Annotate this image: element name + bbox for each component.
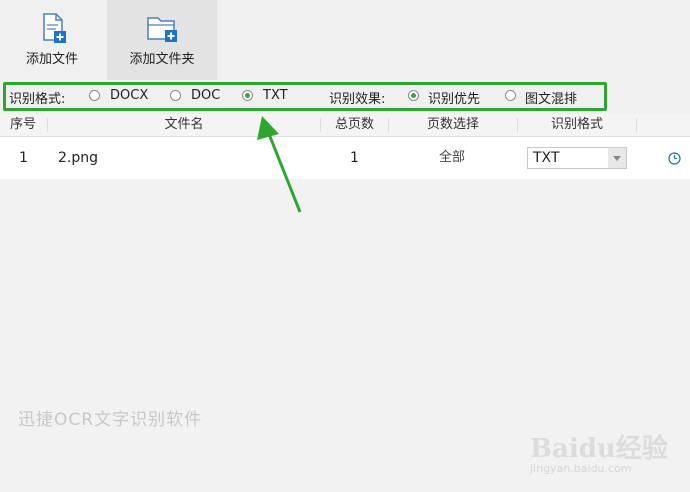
baidu-logo: Baidu经验 <box>530 434 668 464</box>
baidu-url: jingyan.baidu.com <box>530 462 632 475</box>
header-format[interactable]: 识别格式 <box>518 114 636 136</box>
row-index: 1 <box>19 150 28 166</box>
add-file-button[interactable]: 添加文件 <box>0 0 104 80</box>
toolbar: 添加文件 添加文件夹 <box>0 0 690 80</box>
option-txt-label[interactable]: TXT <box>263 88 288 103</box>
option-docx-label[interactable]: DOCX <box>110 88 148 103</box>
table-header: 序号 文件名 总页数 页数选择 识别格式 <box>0 114 690 137</box>
header-total-pages[interactable]: 总页数 <box>321 114 388 136</box>
radio-doc[interactable] <box>170 90 181 101</box>
option-mixed-layout-label[interactable]: 图文混排 <box>525 88 577 107</box>
effect-label: 识别效果: <box>329 92 386 107</box>
add-folder-icon <box>147 17 177 42</box>
row-format-select[interactable]: TXT <box>527 147 627 169</box>
radio-docx[interactable] <box>89 90 100 101</box>
header-page-select[interactable]: 页数选择 <box>389 114 517 136</box>
row-page-select[interactable]: 全部 <box>439 137 465 179</box>
format-label: 识别格式: <box>9 92 66 107</box>
software-watermark: 迅捷OCR文字识别软件 <box>18 410 203 430</box>
add-file-icon <box>43 13 66 43</box>
header-divider <box>636 118 637 132</box>
row-total-pages: 1 <box>350 150 359 166</box>
radio-mixed-layout[interactable] <box>505 90 516 101</box>
add-folder-label: 添加文件夹 <box>129 52 195 67</box>
option-doc-label[interactable]: DOC <box>191 88 220 103</box>
option-recognition-priority-label[interactable]: 识别优先 <box>428 88 480 107</box>
dropdown-arrow-icon[interactable] <box>608 148 626 168</box>
add-file-label: 添加文件 <box>25 52 78 67</box>
table-row[interactable]: 1 2.png 1 全部 TXT <box>0 137 690 179</box>
add-folder-button[interactable]: 添加文件夹 <box>107 0 217 80</box>
header-index[interactable]: 序号 <box>0 114 46 136</box>
clock-icon[interactable] <box>668 152 681 165</box>
row-filename: 2.png <box>58 150 99 166</box>
radio-txt[interactable] <box>242 90 253 101</box>
radio-recognition-priority[interactable] <box>408 90 419 101</box>
options-bar: 识别格式: DOCX DOC TXT 识别效果: 识别优先 图文混排 <box>0 80 690 114</box>
annotation-arrow-icon <box>257 116 302 213</box>
row-format-value: TXT <box>533 150 560 166</box>
